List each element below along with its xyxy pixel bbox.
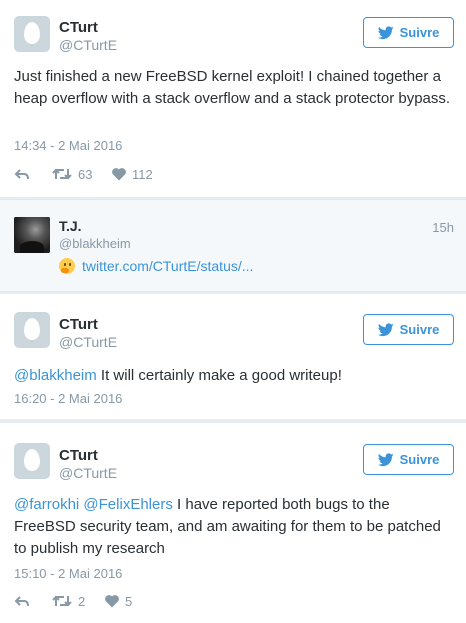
like-button[interactable]: 112 xyxy=(112,167,153,182)
tweet-timestamp[interactable]: 15:10 - 2 Mai 2016 xyxy=(14,566,122,581)
like-count: 112 xyxy=(132,166,153,182)
author-name[interactable]: CTurt xyxy=(59,316,98,333)
reply-button[interactable] xyxy=(14,595,52,608)
avatar[interactable] xyxy=(14,217,50,253)
tweet-card: CTurt @CTurtE Suivre Just finished a new… xyxy=(0,0,466,197)
follow-label: Suivre xyxy=(399,452,440,467)
avatar[interactable] xyxy=(14,443,50,479)
tweet-actions: 63 112 xyxy=(14,165,153,183)
author-handle[interactable]: @CTurtE xyxy=(59,465,117,481)
twitter-bird-icon xyxy=(377,452,394,466)
mention-link[interactable]: @FelixEhlers xyxy=(83,496,172,513)
tweet-text: Just finished a new FreeBSD kernel explo… xyxy=(14,68,451,107)
twitter-bird-icon xyxy=(377,322,394,336)
tweet-text: @farrokhi @FelixEhlers I have reported b… xyxy=(14,494,454,560)
reply-age[interactable]: 15h xyxy=(432,220,454,235)
author-name[interactable]: CTurt xyxy=(59,447,98,464)
follow-button[interactable]: Suivre xyxy=(363,444,454,475)
author-handle[interactable]: @CTurtE xyxy=(59,37,117,53)
reply-button[interactable] xyxy=(14,168,52,181)
mention-link[interactable]: @blakkheim xyxy=(14,367,97,384)
tweet-timestamp[interactable]: 16:20 - 2 Mai 2016 xyxy=(14,391,122,406)
tweet-text: @blakkheim It will certainly make a good… xyxy=(14,365,454,387)
reply-card[interactable]: T.J. @blakkheim 15h twitter.com/CTurtE/s… xyxy=(0,199,466,292)
retweet-button[interactable]: 2 xyxy=(52,594,105,609)
tweet-timestamp[interactable]: 14:34 - 2 Mai 2016 xyxy=(14,138,122,153)
heart-icon xyxy=(112,167,126,180)
tweet-body: I have reported both bugs to the FreeBSD… xyxy=(14,496,441,557)
reply-icon xyxy=(14,168,29,179)
tweet-card: CTurt @CTurtE Suivre @blakkheim It will … xyxy=(0,294,466,419)
tweet-body: It will certainly make a good writeup! xyxy=(96,367,342,384)
avatar[interactable] xyxy=(14,312,50,348)
author-handle[interactable]: @CTurtE xyxy=(59,334,117,350)
retweet-count: 2 xyxy=(78,593,86,609)
tweet-card: CTurt @CTurtE Suivre @farrokhi @FelixEhl… xyxy=(0,423,466,623)
reply-icon xyxy=(14,595,29,606)
author-name[interactable]: CTurt xyxy=(59,19,98,36)
thinking-face-icon xyxy=(59,258,75,274)
author-handle[interactable]: @blakkheim xyxy=(59,236,131,251)
retweet-count: 63 xyxy=(78,166,93,182)
follow-button[interactable]: Suivre xyxy=(363,17,454,48)
follow-label: Suivre xyxy=(399,322,440,337)
follow-label: Suivre xyxy=(399,25,440,40)
follow-button[interactable]: Suivre xyxy=(363,314,454,345)
avatar[interactable] xyxy=(14,16,50,52)
author-name[interactable]: T.J. xyxy=(59,218,82,234)
reply-link[interactable]: twitter.com/CTurtE/status/... xyxy=(82,258,253,274)
tweet-actions: 2 5 xyxy=(14,592,132,610)
retweet-icon xyxy=(52,168,72,180)
retweet-button[interactable]: 63 xyxy=(52,167,112,182)
retweet-icon xyxy=(52,595,72,607)
like-button[interactable]: 5 xyxy=(105,594,132,609)
mention-link[interactable]: @farrokhi xyxy=(14,496,79,513)
like-count: 5 xyxy=(125,593,133,609)
heart-icon xyxy=(105,594,119,607)
twitter-bird-icon xyxy=(377,25,394,39)
